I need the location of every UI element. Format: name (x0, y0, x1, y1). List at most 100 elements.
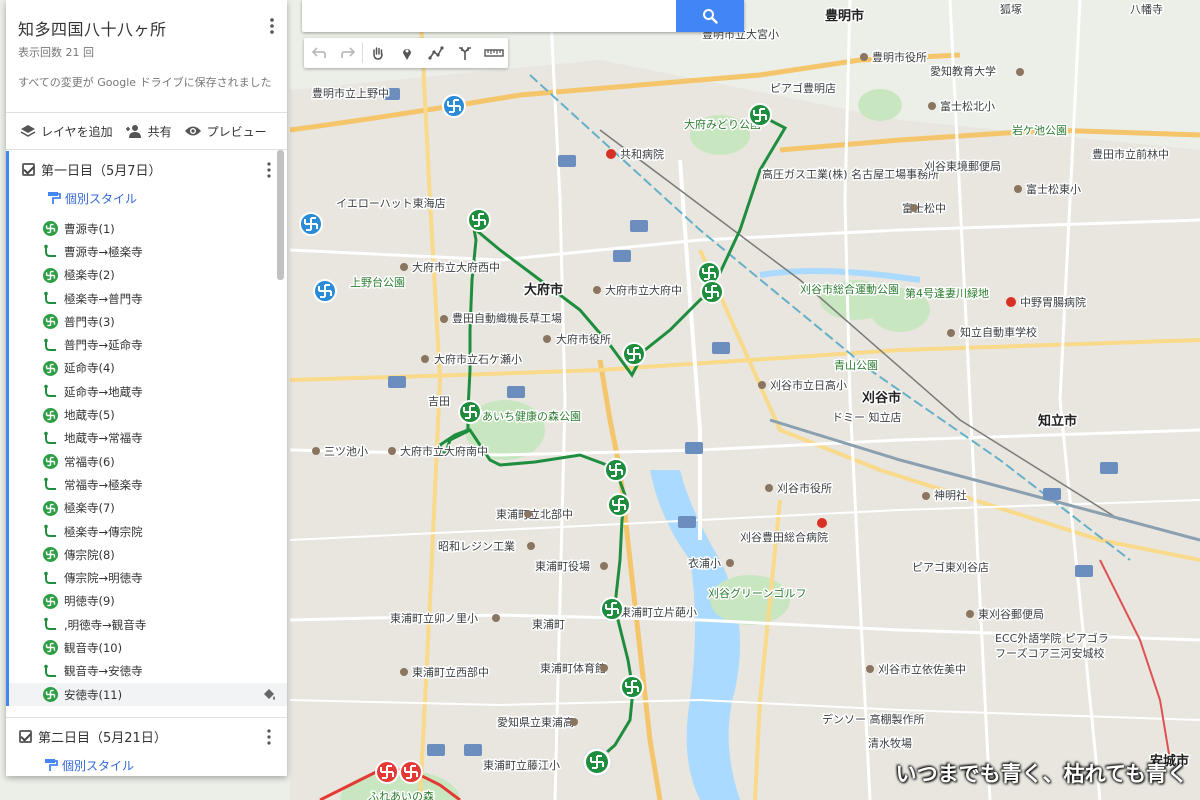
undo-icon[interactable] (304, 38, 333, 68)
temple-marker[interactable] (622, 342, 646, 366)
layer-visibility-checkbox[interactable] (22, 162, 35, 176)
map-label: 青山公園 (834, 359, 878, 372)
redo-icon[interactable] (333, 38, 362, 68)
search-button[interactable] (676, 0, 744, 32)
list-item-route[interactable]: 常福寺→極楽寺 (9, 473, 287, 496)
map-label: 衣浦小 (688, 556, 721, 570)
more-vert-icon[interactable] (265, 161, 273, 179)
add-layer-button[interactable]: レイヤを追加 (20, 123, 113, 140)
map-label: ふれあいの森 (368, 789, 434, 800)
temple-marker[interactable] (748, 103, 772, 127)
list-item-route[interactable]: 普門寺→延命寺 (9, 333, 287, 356)
temple-marker[interactable] (458, 400, 482, 424)
ruler-icon[interactable] (479, 38, 508, 68)
preview-button[interactable]: プレビュー (184, 123, 267, 140)
list-item-route[interactable]: ,明徳寺→観音寺 (9, 613, 287, 636)
list-item-label: 極楽寺→普門寺 (64, 291, 143, 306)
map-label: 東浦町立片葩小 (620, 605, 697, 619)
route-icon (44, 245, 56, 258)
list-item-route[interactable]: 曹源寺→極楽寺 (9, 240, 287, 263)
list-item-label: 明徳寺(9) (64, 594, 115, 609)
temple-pin-icon (43, 687, 58, 703)
draw-line-icon[interactable] (421, 38, 450, 68)
map-label: 共和病院 (620, 147, 664, 161)
map-label: 豊田自動織機長草工場 (452, 311, 562, 325)
list-item-place[interactable]: 安徳寺(11) (9, 682, 287, 707)
map-label: 富士松東小 (1026, 182, 1081, 196)
list-item-place[interactable]: 延命寺(4) (9, 357, 287, 380)
temple-pin-icon (43, 267, 58, 283)
temple-marker[interactable] (600, 597, 624, 621)
map-label: ドミー 知立店 (832, 410, 902, 424)
search-input[interactable] (302, 0, 676, 32)
temple-pin-icon (43, 360, 58, 376)
more-vert-icon[interactable] (267, 16, 277, 36)
list-item-place[interactable]: 極楽寺(2) (9, 264, 287, 287)
list-item-place[interactable]: 傳宗院(8) (9, 543, 287, 566)
temple-marker[interactable] (607, 493, 631, 517)
map-label: 上野台公園 (350, 275, 405, 289)
layer-title[interactable]: 第一日目（5月7日） (41, 160, 162, 179)
search-box (302, 0, 744, 32)
list-item-route[interactable]: 地蔵寺→常福寺 (9, 427, 287, 450)
map-title[interactable]: 知多四国八十八ヶ所 (18, 16, 275, 40)
temple-marker[interactable] (467, 208, 491, 232)
temple-marker-other[interactable] (313, 279, 337, 303)
route-icon (44, 291, 56, 305)
list-item-route[interactable]: 極楽寺→普門寺 (9, 287, 287, 310)
map-label: 富士松北小 (940, 99, 995, 113)
temple-marker-day2[interactable] (375, 760, 399, 784)
more-vert-icon[interactable] (265, 728, 273, 746)
map-label: 刈谷市立依佐美中 (878, 662, 966, 676)
list-item-route[interactable]: 観音寺→安徳寺 (9, 660, 287, 683)
paint-roller-icon (45, 759, 58, 771)
map-app: 豊明市 大府市 刈谷市 知立市 安城市 豊明市役所 大府市役所 刈谷市役所 共和… (0, 0, 1200, 800)
temple-marker[interactable] (700, 280, 724, 304)
paint-bucket-icon[interactable] (261, 687, 277, 703)
individual-style-link[interactable]: 個別スタイル (6, 754, 287, 776)
map-label: 東浦町立卯ノ里小 (390, 611, 478, 625)
map-label: 三ツ池小 (324, 445, 368, 458)
list-item-place[interactable]: 観音寺(10) (9, 636, 287, 659)
list-item-place[interactable]: 常福寺(6) (9, 450, 287, 473)
layer-visibility-checkbox[interactable] (19, 729, 32, 743)
list-item-place[interactable]: 普門寺(3) (9, 310, 287, 333)
layer-day1: 第一日目（5月7日） 個別スタイル 曹源寺(1) 曹源寺→極楽寺 極楽寺(2) 極楽寺… (6, 151, 287, 707)
list-item-place[interactable]: 曹源寺(1) (9, 217, 287, 240)
pan-hand-icon[interactable] (363, 38, 392, 68)
map-label: 東浦町役場 (535, 559, 590, 573)
map-label: 東浦町立北部中 (496, 507, 573, 521)
temple-marker-other[interactable] (442, 94, 466, 118)
list-item-route[interactable]: 傳宗院→明徳寺 (9, 566, 287, 589)
list-item-route[interactable]: 極楽寺→傳宗院 (9, 520, 287, 543)
temple-pin-icon (43, 314, 58, 330)
temple-marker[interactable] (604, 458, 628, 482)
list-item-label: 常福寺→極楽寺 (64, 477, 143, 492)
map-label: デンソー 高棚製作所 (822, 712, 925, 726)
marker-icon[interactable] (392, 38, 421, 68)
map-label-city: 大府市 (524, 282, 563, 298)
map-label: 大府市役所 (556, 332, 611, 346)
list-item-place[interactable]: 地蔵寺(5) (9, 403, 287, 426)
list-item-place[interactable]: 極楽寺(7) (9, 497, 287, 520)
map-label: 刈谷グリーンゴルフ (708, 586, 806, 600)
layer-header: 第二日目（5月21日） (6, 718, 287, 754)
temple-pin-icon (43, 547, 58, 563)
layer-title[interactable]: 第二日目（5月21日） (38, 727, 167, 746)
temple-marker-selected[interactable] (582, 747, 612, 777)
map-label: 知立自動車学校 (960, 325, 1037, 339)
list-item-label: 曹源寺(1) (64, 221, 115, 236)
panel-scrollbar[interactable] (277, 150, 284, 280)
paint-roller-icon (48, 192, 61, 204)
share-button[interactable]: 共有 (125, 123, 172, 140)
temple-marker[interactable] (620, 675, 644, 699)
temple-marker-day2[interactable] (399, 760, 423, 784)
individual-style-link[interactable]: 個別スタイル (9, 187, 287, 209)
map-label: 岩ケ池公園 (1012, 123, 1067, 137)
list-item-label: ,明徳寺→観音寺 (64, 617, 147, 632)
list-item-place[interactable]: 明徳寺(9) (9, 590, 287, 613)
temple-marker-other[interactable] (299, 212, 323, 236)
directions-icon[interactable] (450, 38, 479, 68)
map-toolbar (304, 38, 508, 68)
list-item-route[interactable]: 延命寺→地蔵寺 (9, 380, 287, 403)
